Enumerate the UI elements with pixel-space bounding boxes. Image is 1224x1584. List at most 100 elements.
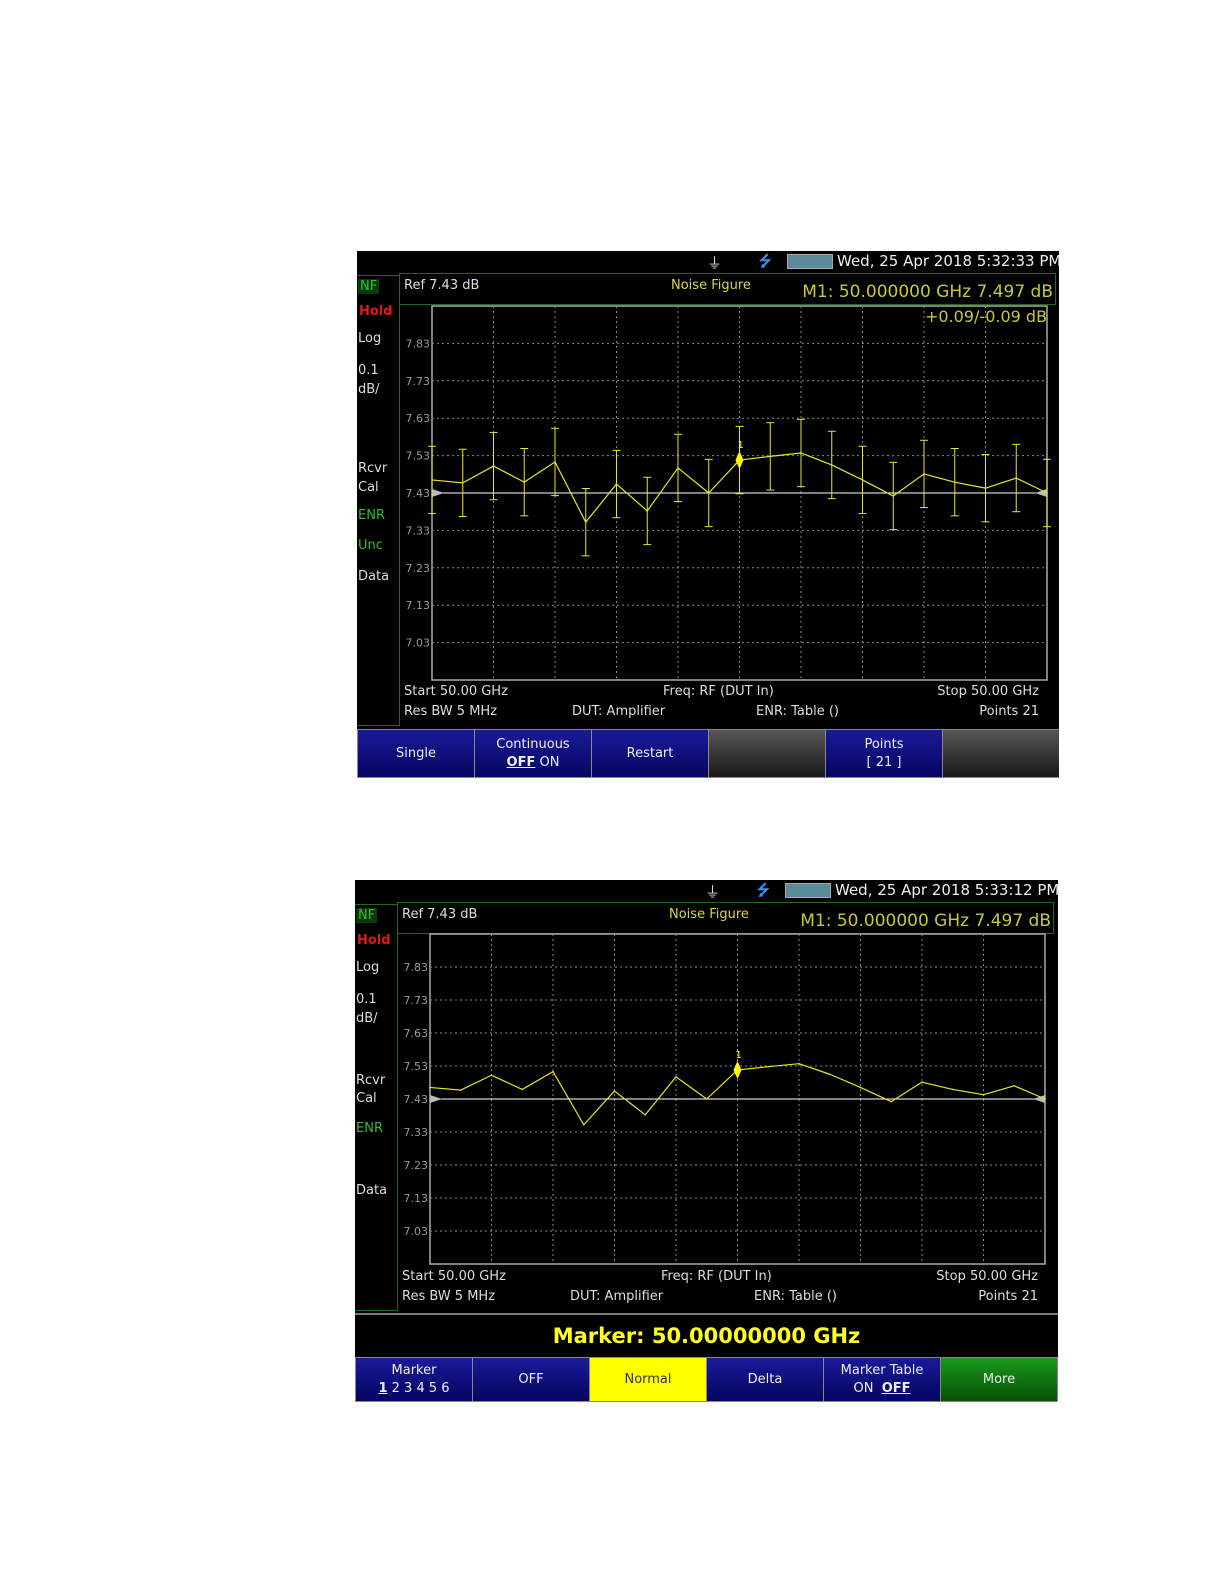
ref-level: Ref 7.43 dB — [402, 907, 478, 922]
softkey-continuous[interactable]: Continuous OFF ON — [474, 729, 592, 778]
trace-point — [461, 482, 464, 484]
trace-point — [490, 1074, 493, 1077]
trace-segment — [862, 479, 894, 497]
trace-segment — [829, 1073, 861, 1089]
enr-source: ENR: Table () — [754, 1289, 837, 1304]
softkey-label: Marker — [391, 1362, 437, 1378]
frequency-mode: Freq: RF (DUT In) — [661, 1269, 772, 1284]
y-tick-label: 7.13 — [406, 599, 431, 612]
analyzer-screen-marker: ⏚ ⭍ Wed, 25 Apr 2018 5:33:12 PM NF Hold Log 0.… — [355, 880, 1058, 1402]
trace-segment — [646, 467, 679, 512]
trace-segment — [860, 1086, 892, 1103]
trace-segment — [493, 465, 525, 483]
trace-segment — [983, 1085, 1015, 1096]
softkey-sublabel: [ 21 ] — [867, 754, 902, 772]
status-datetime: Wed, 25 Apr 2018 5:32:33 PM — [837, 252, 1059, 270]
softkey-normal[interactable]: Normal — [589, 1357, 707, 1402]
side-label-unc: Unc — [358, 538, 383, 553]
trace-point — [646, 510, 649, 512]
start-frequency: Start 50.00 GHz — [404, 684, 508, 699]
softkey-more[interactable]: More — [940, 1357, 1058, 1402]
y-tick-label: 7.03 — [406, 637, 431, 650]
trace-segment — [1015, 477, 1048, 494]
trace-segment — [706, 1069, 738, 1100]
softkey-sublabel: OFF ON — [507, 754, 560, 772]
trace-segment — [1014, 1085, 1046, 1100]
y-tick-label: 7.43 — [406, 487, 431, 500]
y-tick-label: 7.33 — [406, 524, 431, 537]
softkey-marker-table[interactable]: Marker Table ON OFF — [823, 1357, 941, 1402]
noise-figure-plot: 7.83 7.73 7.63 7.53 7.43 7.33 7.23 7.13 7.03 1 — [406, 305, 1051, 681]
softkey-off[interactable]: OFF — [472, 1357, 590, 1402]
y-tick-label: 7.53 — [404, 1060, 429, 1073]
softkey-active-option: OFF — [881, 1380, 911, 1396]
softkey-points[interactable]: Points [ 21 ] — [825, 729, 943, 778]
softkey-active-option: 1 — [378, 1380, 388, 1396]
trace-point — [921, 1081, 923, 1083]
trace-point — [613, 1090, 616, 1092]
trace-point — [828, 1073, 831, 1076]
y-tick-label: 7.03 — [404, 1225, 429, 1238]
trace-point — [521, 1088, 524, 1091]
trace-segment — [921, 1081, 953, 1091]
softkey-marker[interactable]: Marker 1 2 3 4 5 6 — [355, 1357, 473, 1402]
y-tick-label: 7.53 — [406, 450, 431, 463]
softkey-restart[interactable]: Restart — [591, 729, 709, 778]
trace-point — [644, 1114, 647, 1116]
points-count: Points 21 — [979, 704, 1039, 719]
softkey-label: More — [982, 1371, 1016, 1387]
softkey-sublabel: 1 2 3 4 5 6 — [378, 1380, 449, 1398]
start-frequency: Start 50.00 GHz — [402, 1269, 506, 1284]
trace-point — [951, 1088, 954, 1091]
trace-point — [890, 1100, 893, 1103]
trace-point — [554, 461, 556, 463]
marker-diamond — [733, 1060, 742, 1079]
softkey-blank-3[interactable] — [708, 729, 826, 778]
noise-figure-plot: 7.83 7.73 7.63 7.53 7.43 7.33 7.23 7.13 7.03 1 — [404, 933, 1046, 1265]
reference-marker-left — [432, 489, 444, 497]
softkey-bar: Marker 1 2 3 4 5 6 OFF Normal Delta Marker Ta… — [355, 1357, 1058, 1402]
dut-type: DUT: Amplifier — [570, 1289, 664, 1304]
softkey-single[interactable]: Single — [357, 729, 475, 778]
y-tick-label: 7.83 — [404, 961, 429, 974]
measurement-title: Noise Figure — [671, 278, 751, 293]
trace-segment — [770, 452, 802, 457]
trace-segment — [800, 452, 832, 466]
trace-point — [859, 1086, 862, 1089]
mode-indicator: NF — [356, 908, 378, 923]
marker-label: 1 — [736, 1050, 742, 1061]
trace-segment — [429, 1086, 461, 1091]
trace-point — [523, 481, 526, 483]
ref-level: Ref 7.43 dB — [404, 278, 480, 293]
trace-point — [492, 465, 495, 467]
side-label-cal: Cal — [356, 1091, 377, 1106]
softkey-delta[interactable]: Delta — [706, 1357, 824, 1402]
mode-indicator: NF — [358, 279, 380, 294]
trace-point — [1046, 492, 1048, 494]
softkey-blank-5[interactable] — [942, 729, 1059, 778]
hold-indicator: Hold — [357, 933, 391, 948]
scale-unit: dB/ — [358, 382, 380, 397]
trace-segment — [616, 483, 648, 512]
trace-point — [982, 1093, 985, 1096]
trace-point — [459, 1089, 462, 1091]
trace-point — [1015, 477, 1018, 479]
trace-segment — [583, 1090, 615, 1126]
stop-frequency: Stop 50.00 GHz — [936, 1269, 1038, 1284]
trace-segment — [739, 455, 771, 461]
trace-segment — [768, 1063, 800, 1068]
softkey-label: OFF — [518, 1371, 544, 1387]
trace-point — [861, 479, 864, 481]
y-tick-label: 7.73 — [404, 994, 429, 1007]
marker-readout: M1: 50.000000 GHz 7.497 dB — [800, 911, 1051, 931]
trace-point — [677, 467, 679, 469]
uncertainty-readout: +0.09/-0.09 dB — [925, 307, 1048, 326]
trace-segment — [675, 1076, 708, 1100]
trace-segment — [462, 465, 494, 484]
marker-readout: M1: 50.000000 GHz 7.497 dB — [802, 282, 1053, 302]
softkey-option: 2 3 4 5 6 — [387, 1380, 450, 1396]
trace-segment — [431, 479, 463, 484]
battery-icon — [785, 883, 831, 898]
trace-header: Ref 7.43 dB Noise Figure M1: 50.000000 GHz… — [399, 273, 1056, 305]
softkey-option: [ 21 ] — [866, 754, 902, 770]
